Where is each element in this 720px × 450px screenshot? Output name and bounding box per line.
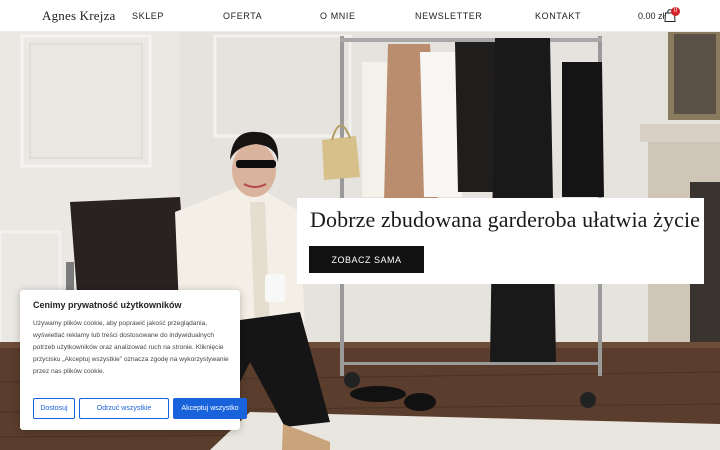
cart-count-badge: 0 (671, 7, 680, 16)
hero-headline: Dobrze zbudowana garderoba ułatwia życie (310, 207, 701, 232)
customize-button[interactable]: Dostosuj (33, 398, 75, 419)
zobacz-sama-button[interactable]: ZOBACZ SAMA (309, 246, 424, 273)
reject-all-button[interactable]: Odrzuć wszystkie (79, 398, 169, 419)
cookie-title: Cenimy prywatność użytkowników (33, 300, 182, 310)
accept-all-button[interactable]: Akceptuj wszystko (173, 398, 247, 419)
hero-headline-card: Dobrze zbudowana garderoba ułatwia życie… (297, 198, 704, 284)
nav-item-oferta[interactable]: OFERTA (223, 11, 262, 21)
cart-total[interactable]: 0.00 zł (638, 11, 665, 21)
cookie-description: Używamy plików cookie, aby poprawić jako… (33, 320, 229, 375)
cookie-consent-dialog: Cenimy prywatność użytkowników Używamy p… (20, 290, 247, 430)
nav-item-o-mnie[interactable]: O MNIE (320, 11, 356, 21)
nav-item-kontakt[interactable]: KONTAKT (535, 11, 581, 21)
site-header: Agnes Krejza SKLEP OFERTA O MNIE NEWSLET… (0, 0, 720, 32)
site-logo[interactable]: Agnes Krejza (42, 8, 116, 24)
nav-item-sklep[interactable]: SKLEP (132, 11, 164, 21)
nav-item-newsletter[interactable]: NEWSLETTER (415, 11, 483, 21)
